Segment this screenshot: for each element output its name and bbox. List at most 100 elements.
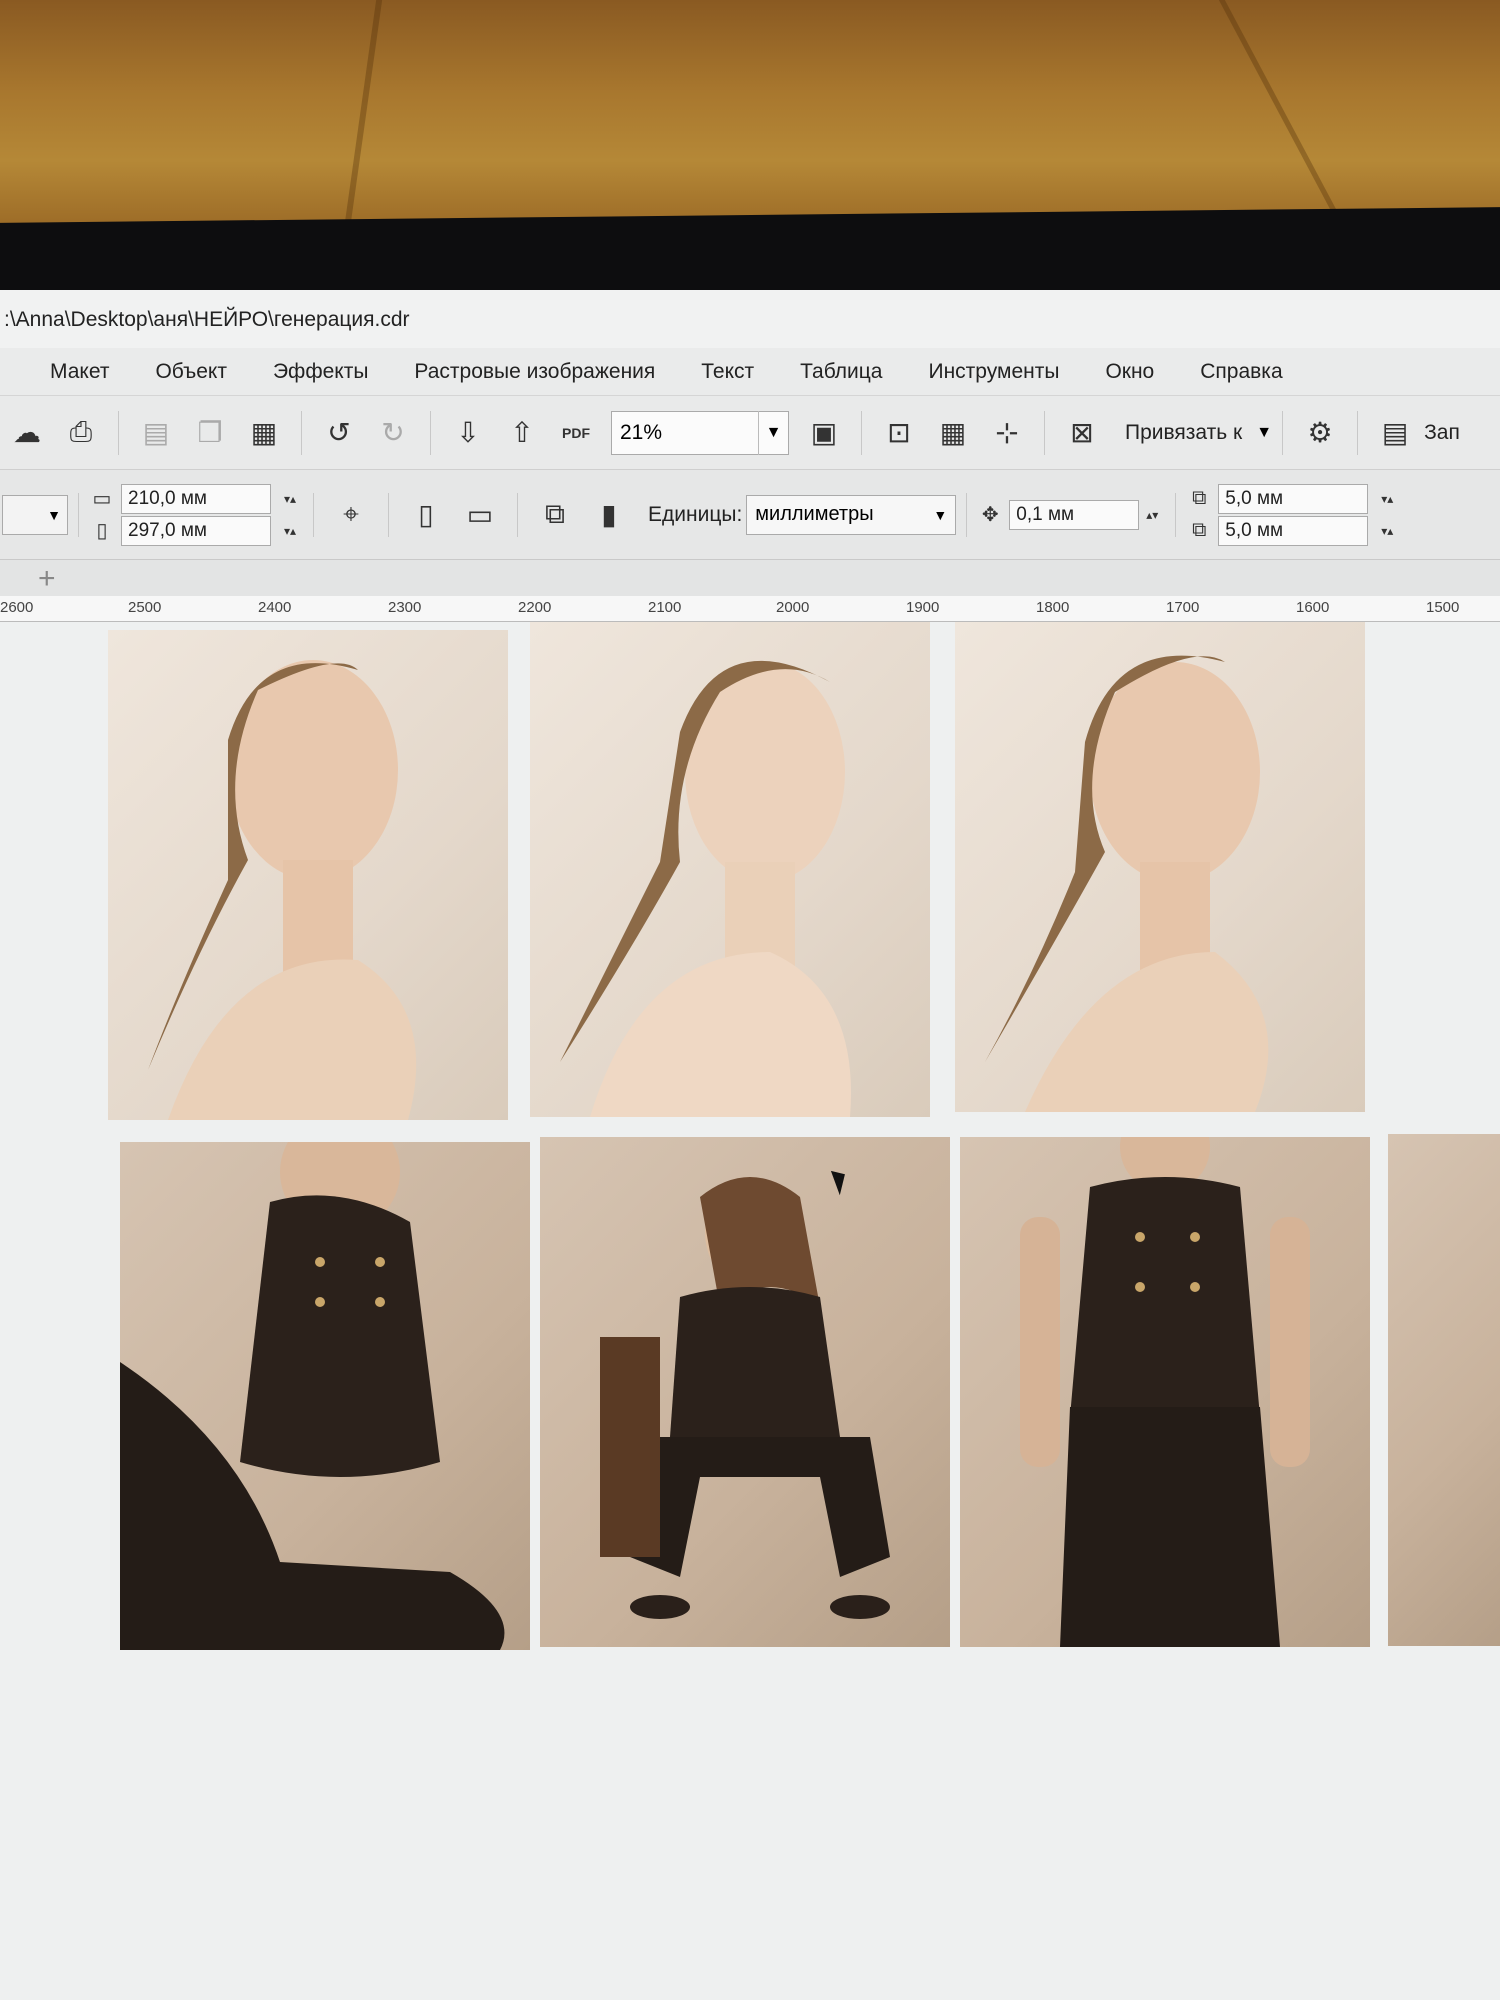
stepper-icon[interactable]: ▾▴ [1374, 486, 1400, 512]
width-icon: ▭ [92, 488, 112, 510]
separator [118, 410, 119, 455]
duplicate-x-field[interactable]: 5,0 мм [1218, 483, 1369, 514]
property-bar: ▼ ▭ 210,0 мм ▾▴ ▯ 297,0 мм ▾▴ ⌖ ▯ ▭ ⧉ ▮ … [0, 470, 1500, 560]
drawing-canvas[interactable] [0, 622, 1500, 2000]
photo-seated-floor[interactable] [120, 1142, 530, 1650]
nudge-icon: ✥ [981, 504, 999, 526]
copy-icon[interactable]: ❐ [189, 412, 231, 454]
portrait-illustration [148, 660, 417, 1120]
cut-icon[interactable]: ▤ [135, 412, 177, 454]
units-label: Единицы: [648, 502, 743, 526]
new-tab-icon[interactable]: + [38, 562, 56, 596]
standard-toolbar: ☁ ⎙ ▤ ❐ ▦ ↺ ↻ ⇩ ⇧ PDF 21% ▼ ▣ ⊡ ▦ ⊹ ⊠ Пр… [0, 396, 1500, 470]
menu-help[interactable]: Справка [1200, 360, 1282, 384]
separator [1282, 410, 1284, 455]
window-title: :\Anna\Desktop\аня\НЕЙРО\генерация.cdr [4, 308, 410, 331]
photo-portrait-profile-right[interactable] [955, 622, 1365, 1112]
duplicate-y-field[interactable]: 5,0 мм [1218, 515, 1369, 546]
monitor-screen: :\Anna\Desktop\аня\НЕЙРО\генерация.cdr М… [0, 290, 1500, 2000]
separator [301, 410, 302, 455]
ruler-label: 1600 [1296, 599, 1330, 616]
stepper-icon[interactable]: ▴▾ [1139, 502, 1165, 528]
photo-standing[interactable] [960, 1137, 1370, 1647]
ruler-label: 1800 [1036, 599, 1070, 616]
redo-icon[interactable]: ↻ [372, 412, 414, 454]
separator [430, 410, 431, 455]
paste-icon[interactable]: ▦ [243, 412, 285, 454]
ruler-label: 1900 [906, 599, 940, 616]
menu-bar: Макет Объект Эффекты Растровые изображен… [0, 348, 1500, 396]
page-width-field[interactable]: 210,0 мм [121, 483, 271, 514]
print-icon[interactable]: ⎙ [60, 412, 102, 454]
launch-button[interactable]: Зап [1424, 421, 1460, 445]
ruler-label: 2600 [0, 599, 34, 616]
nudge-distance-field[interactable]: 0,1 мм [1009, 499, 1140, 530]
upload-icon[interactable]: ☁ [6, 412, 48, 454]
menu-tools[interactable]: Инструменты [928, 360, 1059, 384]
page-dimensions: ▭ 210,0 мм ▾▴ ▯ 297,0 мм ▾▴ [89, 483, 303, 546]
snap-to-button[interactable]: Привязать к [1125, 421, 1242, 445]
undo-icon[interactable]: ↺ [318, 412, 360, 454]
menu-layout[interactable]: Макет [50, 360, 109, 384]
separator [861, 410, 862, 455]
export-icon[interactable]: ⇧ [501, 412, 543, 454]
look-illustration [120, 1142, 505, 1650]
app-launcher-icon[interactable]: ▤ [1374, 412, 1416, 454]
ruler-label: 2200 [518, 599, 552, 616]
units-select[interactable]: миллиметры ▼ [746, 494, 957, 535]
all-pages-icon[interactable]: ⧉ [534, 494, 576, 536]
current-page-icon[interactable]: ▮ [588, 494, 630, 536]
ruler-label: 2400 [258, 599, 292, 616]
menu-table[interactable]: Таблица [800, 360, 882, 384]
chevron-down-icon[interactable]: ▼ [758, 410, 788, 455]
chevron-down-icon[interactable]: ▼ [925, 507, 955, 523]
separator [1175, 492, 1177, 537]
photo-seated-chair[interactable] [540, 1137, 950, 1647]
grid-icon[interactable]: ▦ [932, 412, 974, 454]
photo-partial-right[interactable] [1388, 1134, 1500, 1646]
landscape-icon[interactable]: ▭ [459, 494, 501, 536]
separator [313, 492, 314, 537]
wall-edge [1218, 0, 1348, 230]
horizontal-ruler: 2600 2500 2400 2300 2200 2100 2000 1900 … [0, 596, 1500, 622]
separator [388, 492, 389, 537]
background-wall [0, 0, 1500, 230]
menu-effects[interactable]: Эффекты [273, 360, 368, 384]
stepper-icon[interactable]: ▾▴ [1374, 518, 1400, 544]
separator [966, 492, 968, 537]
rulers-icon[interactable]: ⊡ [878, 412, 920, 454]
menu-window[interactable]: Окно [1105, 360, 1154, 384]
page-size-select[interactable]: ▼ [2, 494, 68, 535]
portrait-illustration [560, 660, 851, 1117]
guidelines-icon[interactable]: ⊹ [986, 412, 1028, 454]
menu-bitmaps[interactable]: Растровые изображения [414, 360, 655, 384]
menu-object[interactable]: Объект [155, 360, 227, 384]
portrait-icon[interactable]: ▯ [405, 494, 447, 536]
units-value: миллиметры [755, 503, 874, 525]
ruler-label: 2300 [388, 599, 422, 616]
page-options-icon[interactable]: ⌖ [330, 494, 372, 536]
pdf-icon[interactable]: PDF [555, 412, 597, 454]
portrait-illustration [985, 655, 1269, 1112]
full-screen-icon[interactable]: ▣ [803, 412, 845, 454]
stepper-icon[interactable]: ▾▴ [277, 486, 303, 512]
chevron-down-icon[interactable]: ▼ [1256, 424, 1272, 442]
page-height-field[interactable]: 297,0 мм [121, 515, 271, 546]
wall-edge [343, 0, 383, 230]
look-illustration [1020, 1137, 1310, 1647]
zoom-value: 21% [620, 420, 663, 444]
ruler-label: 2100 [648, 599, 682, 616]
zoom-level-select[interactable]: 21% ▼ [611, 410, 789, 455]
import-icon[interactable]: ⇩ [447, 412, 489, 454]
snap-off-icon[interactable]: ⊠ [1061, 412, 1103, 454]
settings-icon[interactable]: ⚙ [1299, 412, 1341, 454]
menu-text[interactable]: Текст [701, 360, 754, 384]
photo-portrait-profile[interactable] [108, 630, 508, 1120]
separator [1357, 410, 1359, 455]
separator [1044, 410, 1045, 455]
stepper-icon[interactable]: ▾▴ [277, 518, 303, 544]
document-tabs: + [0, 560, 1500, 596]
height-icon: ▯ [96, 520, 108, 542]
look-illustration [600, 1177, 890, 1619]
photo-portrait-three-quarter[interactable] [530, 622, 930, 1117]
